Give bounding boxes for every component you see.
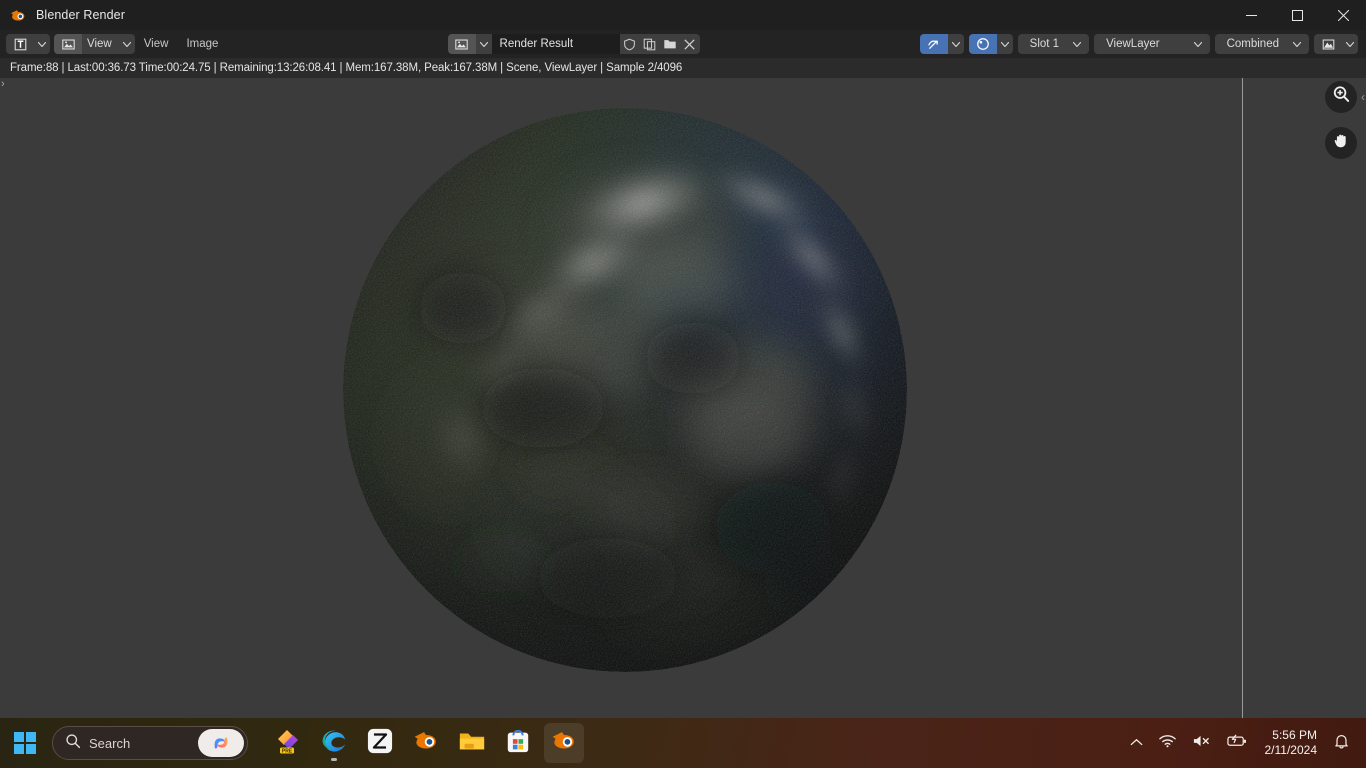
render-pass-selector[interactable]: Combined	[1214, 34, 1309, 54]
hand-icon	[1332, 131, 1351, 155]
chevron-down-icon	[996, 34, 1013, 54]
window-title: Blender Render	[36, 8, 125, 22]
network-button[interactable]	[1152, 724, 1183, 762]
battery-icon	[1226, 734, 1248, 752]
editor-type-selector[interactable]	[6, 34, 50, 54]
svg-text:PRE: PRE	[282, 748, 293, 754]
taskbar-item-capcut[interactable]	[360, 723, 400, 763]
image-display-icon	[1314, 34, 1342, 54]
chevron-down-icon	[1342, 34, 1358, 54]
image-browse-icon	[447, 34, 476, 54]
open-image-folder-icon[interactable]	[659, 34, 680, 54]
running-indicator	[331, 758, 337, 761]
blender-icon	[551, 727, 578, 759]
maximize-button[interactable]	[1274, 0, 1320, 30]
menu-image[interactable]: Image	[177, 30, 227, 58]
editor-mode-dropdown[interactable]: View	[54, 34, 135, 54]
bell-icon	[1334, 733, 1349, 754]
notifications-button[interactable]	[1327, 724, 1356, 762]
windows-logo-icon[interactable]	[14, 732, 36, 754]
windows-taskbar: Search PRE 5:56 PM 2/11/2024	[0, 718, 1366, 768]
render-slot-label: Slot 1	[1029, 38, 1060, 50]
chevron-down-icon	[947, 34, 964, 54]
designer-icon: PRE	[274, 727, 302, 760]
taskbar-clock[interactable]: 5:56 PM 2/11/2024	[1257, 723, 1326, 763]
render-slot-selector[interactable]: Slot 1	[1017, 34, 1090, 54]
taskbar-item-file-explorer[interactable]	[452, 723, 492, 763]
folder-icon	[458, 727, 486, 760]
taskbar-left: Search PRE	[0, 723, 584, 763]
edge-icon	[319, 726, 349, 761]
image-editor-body: › ‹	[0, 78, 1366, 718]
blender-icon	[10, 7, 27, 24]
image-datablock-selector: Render Result	[447, 34, 700, 54]
taskbar-search-box[interactable]: Search	[52, 726, 248, 760]
fake-user-shield-icon[interactable]	[619, 34, 640, 54]
taskbar-item-blender-render[interactable]	[544, 723, 584, 763]
store-icon	[505, 728, 531, 759]
search-placeholder: Search	[89, 735, 131, 751]
chevron-down-icon	[1289, 34, 1305, 54]
render-overlay-icon	[919, 34, 948, 54]
rendered-planet-sphere	[343, 108, 907, 672]
zoom-tool[interactable]	[1325, 81, 1357, 113]
sidebar-toggle-chevron-icon[interactable]: ›	[1, 78, 5, 90]
taskbar-item-blender[interactable]	[406, 723, 446, 763]
unlink-image-x-icon[interactable]	[679, 34, 700, 54]
battery-button[interactable]	[1220, 724, 1255, 762]
taskbar-item-microsoft-edge[interactable]	[314, 723, 354, 763]
close-button[interactable]	[1320, 0, 1366, 30]
image-name-field[interactable]: Render Result	[491, 34, 620, 54]
image-icon	[54, 34, 82, 54]
render-status-bar: Frame:88 | Last:00:36.73 Time:00:24.75 |…	[0, 58, 1366, 78]
screen: Blender Render View View Image Render Re…	[0, 0, 1366, 768]
title-bar-left: Blender Render	[0, 7, 1228, 24]
browse-image-button[interactable]	[447, 34, 492, 54]
volume-button[interactable]	[1185, 724, 1218, 762]
speaker-muted-icon	[1192, 734, 1211, 753]
chevron-down-icon	[475, 34, 492, 54]
render-pass-label: Combined	[1226, 38, 1279, 50]
taskbar-app-list: PRE	[268, 723, 584, 763]
taskbar-item-microsoft-designer[interactable]: PRE	[268, 723, 308, 763]
wifi-icon	[1158, 734, 1176, 753]
view-layer-label: ViewLayer	[1106, 38, 1160, 50]
chevron-down-icon	[34, 34, 50, 54]
display-channels-toggle[interactable]	[968, 34, 1013, 54]
render-status-text: Frame:88 | Last:00:36.73 Time:00:24.75 |…	[10, 62, 683, 74]
editor-mode-label: View	[87, 38, 112, 50]
render-overlay-toggle[interactable]	[919, 34, 964, 54]
pan-tool[interactable]	[1325, 127, 1357, 159]
copilot-icon[interactable]	[198, 729, 244, 757]
blender-icon	[413, 727, 440, 759]
image-display-selector[interactable]	[1314, 34, 1358, 54]
window-title-bar: Blender Render	[0, 0, 1366, 30]
display-mode-icon	[968, 34, 997, 54]
pane-collapse-chevron-icon[interactable]: ‹	[1361, 90, 1365, 104]
render-canvas[interactable]: ›	[0, 78, 1243, 718]
new-image-copy-icon[interactable]	[639, 34, 660, 54]
magnifier-plus-icon	[1332, 85, 1351, 109]
menu-view[interactable]: View	[135, 30, 178, 58]
taskbar-item-microsoft-store[interactable]	[498, 723, 538, 763]
view-layer-selector[interactable]: ViewLayer	[1094, 34, 1210, 54]
capcut-icon	[367, 728, 393, 759]
image-editor-icon	[6, 34, 34, 54]
window-controls	[1228, 0, 1366, 30]
clock-date: 2/11/2024	[1264, 743, 1318, 757]
clock-time: 5:56 PM	[1272, 728, 1317, 742]
image-editor-header: View View Image Render Result Slot 1 Vie…	[0, 30, 1366, 58]
chevron-down-icon	[1190, 34, 1206, 54]
show-hidden-icons-button[interactable]	[1123, 724, 1150, 762]
minimize-button[interactable]	[1228, 0, 1274, 30]
chevron-down-icon	[119, 34, 135, 54]
search-icon	[65, 733, 81, 754]
editor-side-pane: ‹	[1244, 78, 1366, 718]
chevron-down-icon	[1069, 34, 1085, 54]
chevron-up-icon	[1129, 734, 1143, 752]
system-tray: 5:56 PM 2/11/2024	[1123, 723, 1366, 763]
